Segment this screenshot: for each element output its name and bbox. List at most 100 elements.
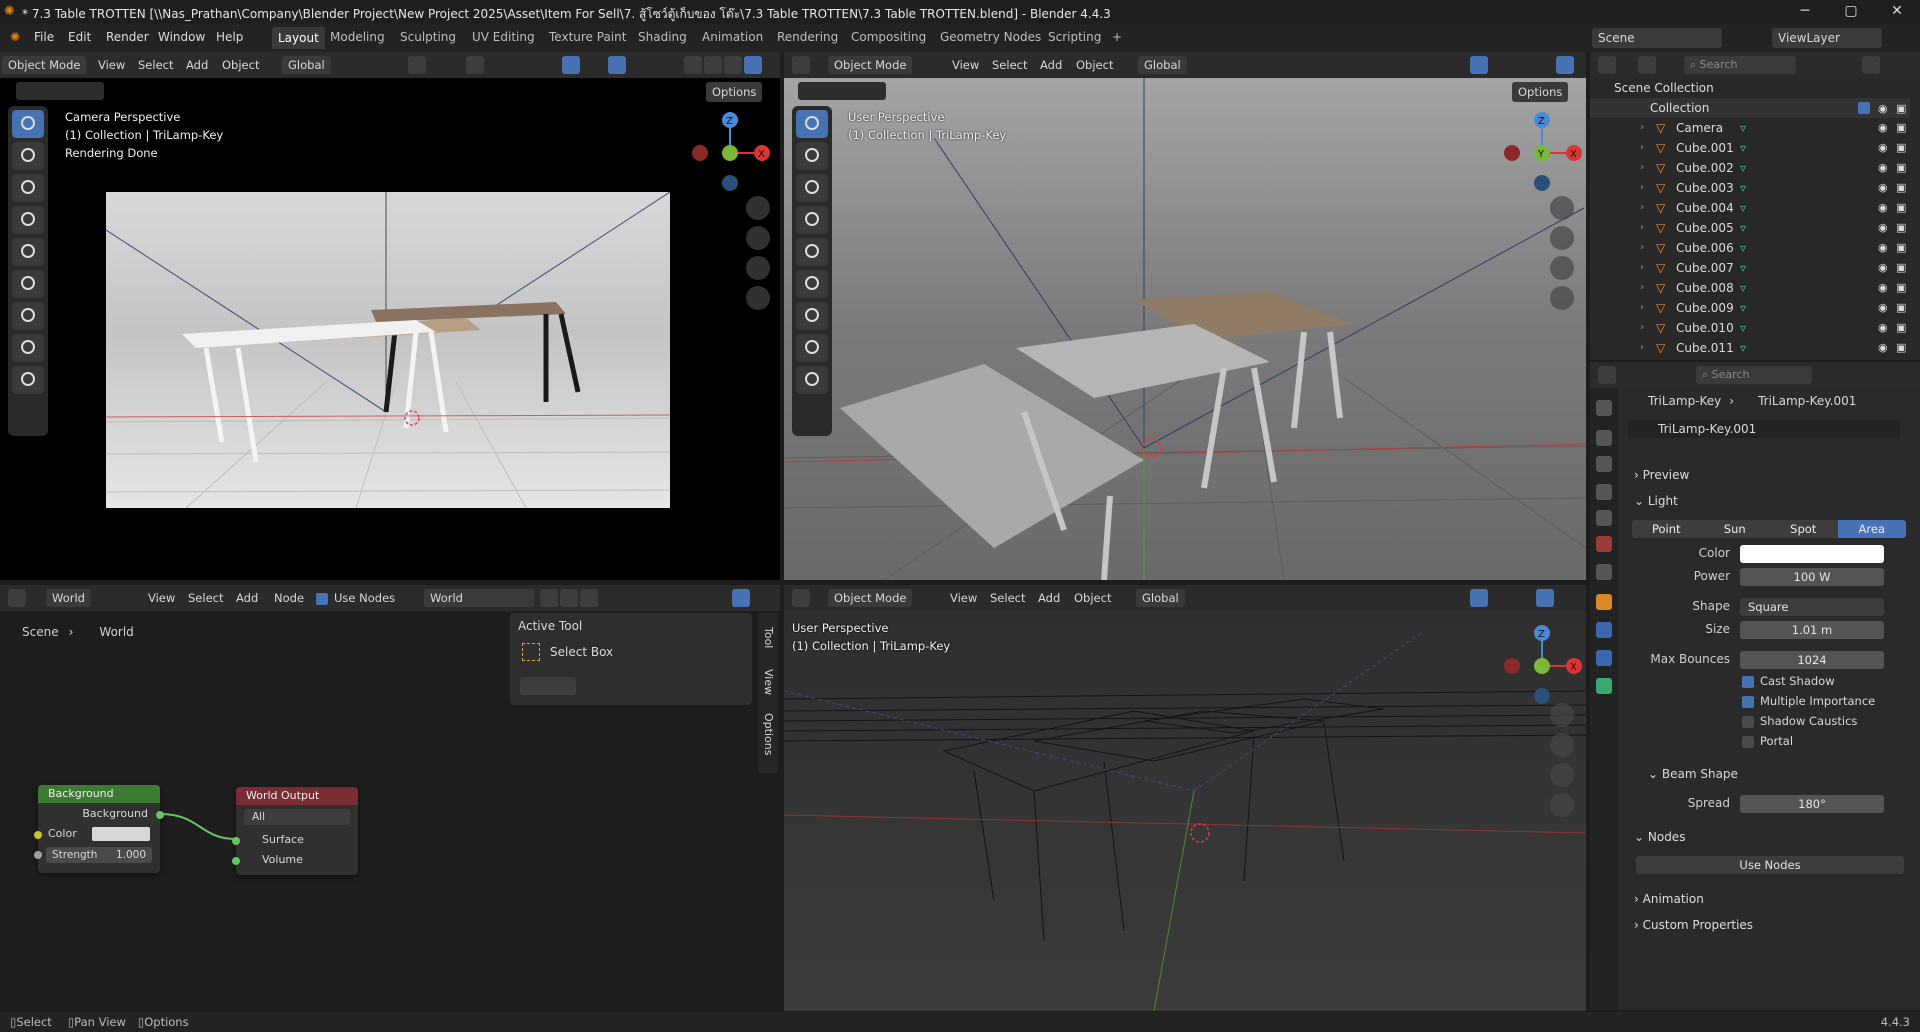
menu-view[interactable]: View — [148, 589, 175, 607]
camera-data-icon[interactable]: ▿ — [1740, 118, 1746, 138]
camera-render-icon[interactable]: ▣ — [1896, 178, 1906, 198]
zoom-icon[interactable] — [746, 196, 770, 220]
mesh-data-icon[interactable]: ▿ — [1740, 218, 1746, 238]
section-custom-properties[interactable]: › Custom Properties — [1624, 914, 1914, 936]
chevron-right-icon[interactable]: › — [1640, 198, 1644, 218]
eye-icon[interactable]: ◉ — [1878, 258, 1888, 278]
mesh-data-icon[interactable]: ▿ — [1740, 138, 1746, 158]
close-button[interactable]: ✕ — [1874, 0, 1920, 24]
constraints-tab-icon[interactable] — [1596, 650, 1612, 666]
eye-icon[interactable]: ◉ — [1878, 298, 1888, 318]
section-animation[interactable]: › Animation — [1624, 888, 1914, 910]
section-preview[interactable]: › Preview — [1624, 464, 1914, 486]
pan-hand-icon[interactable] — [1550, 226, 1574, 250]
unlink-icon[interactable] — [580, 589, 598, 607]
editor-type-icon[interactable] — [792, 589, 810, 607]
menu-help[interactable]: Help — [216, 30, 243, 44]
pan-hand-icon[interactable] — [746, 226, 770, 250]
outliner-item[interactable]: › ▽ Cube.004 ▿ ◉ ▣ — [1590, 198, 1910, 218]
target-dropdown[interactable]: All — [244, 809, 350, 825]
camera-render-icon[interactable]: ▣ — [1896, 258, 1906, 278]
section-nodes[interactable]: ⌄ Nodes — [1624, 826, 1914, 848]
eye-icon[interactable]: ◉ — [1878, 238, 1888, 258]
minimize-button[interactable]: ─ — [1782, 0, 1828, 24]
wireframe-shading-icon[interactable] — [1536, 589, 1554, 607]
eye-icon[interactable]: ◉ — [1878, 118, 1888, 138]
view-layer-tab-icon[interactable] — [1596, 484, 1612, 500]
display-mode-icon[interactable] — [1638, 56, 1656, 74]
select-box-tool[interactable] — [12, 110, 44, 138]
user-viewport-wireframe[interactable]: User Perspective (1) Collection | TriLam… — [784, 611, 1586, 1011]
collection-row[interactable]: Collection ◉ ▣ — [1590, 98, 1910, 118]
world-datablock[interactable]: World — [424, 589, 534, 607]
overlay-toggle-icon[interactable] — [608, 56, 626, 74]
color-socket[interactable] — [34, 831, 42, 839]
menu-add[interactable]: Add — [1040, 56, 1062, 74]
light-datablock-field[interactable]: TriLamp-Key.001 — [1628, 420, 1900, 438]
light-color-swatch[interactable] — [1740, 545, 1884, 563]
spread-field[interactable]: 180° — [1740, 795, 1884, 813]
shape-dropdown[interactable]: Square — [1740, 598, 1884, 616]
checkbox-shadow-caustics[interactable]: Shadow Caustics — [1742, 714, 1857, 728]
tab-shading[interactable]: Shading — [638, 30, 687, 44]
eye-icon[interactable]: ◉ — [1878, 278, 1888, 298]
menu-select[interactable]: Select — [990, 589, 1025, 607]
menu-add[interactable]: Add — [236, 589, 258, 607]
menu-window[interactable]: Window — [158, 30, 205, 44]
rendered-shading-icon[interactable] — [744, 56, 762, 74]
annotate-tool[interactable] — [12, 302, 44, 330]
orientation-dropdown[interactable]: Global — [282, 56, 331, 74]
object-tab-icon[interactable] — [1596, 594, 1612, 610]
tab-geometry-nodes[interactable]: Geometry Nodes — [940, 30, 1041, 44]
checkbox-portal[interactable]: Portal — [1742, 734, 1793, 748]
filter-icon[interactable] — [1862, 56, 1880, 74]
chevron-right-icon[interactable]: › — [1640, 258, 1644, 278]
add-cube-tool[interactable] — [796, 366, 828, 394]
outliner-item[interactable]: › ▽ Cube.007 ▿ ◉ ▣ — [1590, 258, 1910, 278]
outliner-item[interactable]: › ▽ Cube.006 ▿ ◉ ▣ — [1590, 238, 1910, 258]
scene-selector[interactable]: Scene — [1592, 28, 1722, 48]
eye-icon[interactable]: ◉ — [1878, 318, 1888, 338]
tab-sculpting[interactable]: Sculpting — [400, 30, 456, 44]
options-dropdown[interactable]: Options — [706, 82, 763, 102]
tab-layout[interactable]: Layout — [272, 27, 325, 49]
mesh-data-icon[interactable]: ▿ — [1740, 318, 1746, 338]
mesh-data-icon[interactable]: ▿ — [1740, 258, 1746, 278]
ortho-toggle-icon[interactable] — [1550, 286, 1574, 310]
physics-tab-icon[interactable] — [1596, 622, 1612, 638]
size-field[interactable]: 1.01 m — [1740, 621, 1884, 639]
add-cube-tool[interactable] — [12, 366, 44, 394]
duplicate-icon[interactable] — [560, 589, 578, 607]
power-field[interactable]: 100 W — [1740, 568, 1884, 586]
measure-tool[interactable] — [12, 334, 44, 362]
outliner-item[interactable]: › ▽ Cube.001 ▿ ◉ ▣ — [1590, 138, 1910, 158]
menu-view[interactable]: View — [952, 56, 979, 74]
add-workspace-button[interactable]: + — [1112, 30, 1122, 44]
camera-render-icon[interactable]: ▣ — [1896, 218, 1906, 238]
scene-tab-icon[interactable] — [1596, 510, 1612, 526]
scale-tool[interactable] — [12, 238, 44, 266]
outliner-item[interactable]: › ▽ Cube.002 ▿ ◉ ▣ — [1590, 158, 1910, 178]
mesh-data-icon[interactable]: ▿ — [1740, 298, 1746, 318]
select-mode-icons[interactable] — [798, 82, 886, 100]
overlay-toggle-icon[interactable] — [1470, 56, 1488, 74]
max-bounces-field[interactable]: 1024 — [1740, 651, 1884, 669]
surface-socket[interactable] — [232, 837, 240, 845]
mesh-data-icon[interactable]: ▿ — [1740, 178, 1746, 198]
light-type-point[interactable]: Point — [1632, 520, 1701, 538]
outliner-item[interactable]: › ▽ Cube.008 ▿ ◉ ▣ — [1590, 278, 1910, 298]
use-nodes-button[interactable]: Use Nodes — [1636, 856, 1904, 874]
camera-render-icon[interactable]: ▣ — [1896, 138, 1906, 158]
checkbox-cast-shadow[interactable]: Cast Shadow — [1742, 674, 1835, 688]
menu-add[interactable]: Add — [1038, 589, 1060, 607]
proportional-icon[interactable] — [466, 56, 484, 74]
eye-icon[interactable]: ◉ — [1878, 158, 1888, 178]
scene-collection-row[interactable]: Scene Collection — [1590, 78, 1910, 98]
cursor-tool[interactable] — [796, 142, 828, 170]
chevron-right-icon[interactable]: › — [1640, 158, 1644, 178]
light-type-spot[interactable]: Spot — [1769, 520, 1838, 538]
camera-render-icon[interactable]: ▣ — [1896, 318, 1906, 338]
use-nodes-checkbox[interactable]: Use Nodes — [316, 589, 395, 607]
annotate-tool[interactable] — [796, 302, 828, 330]
orientation-dropdown[interactable]: Global — [1136, 589, 1185, 607]
